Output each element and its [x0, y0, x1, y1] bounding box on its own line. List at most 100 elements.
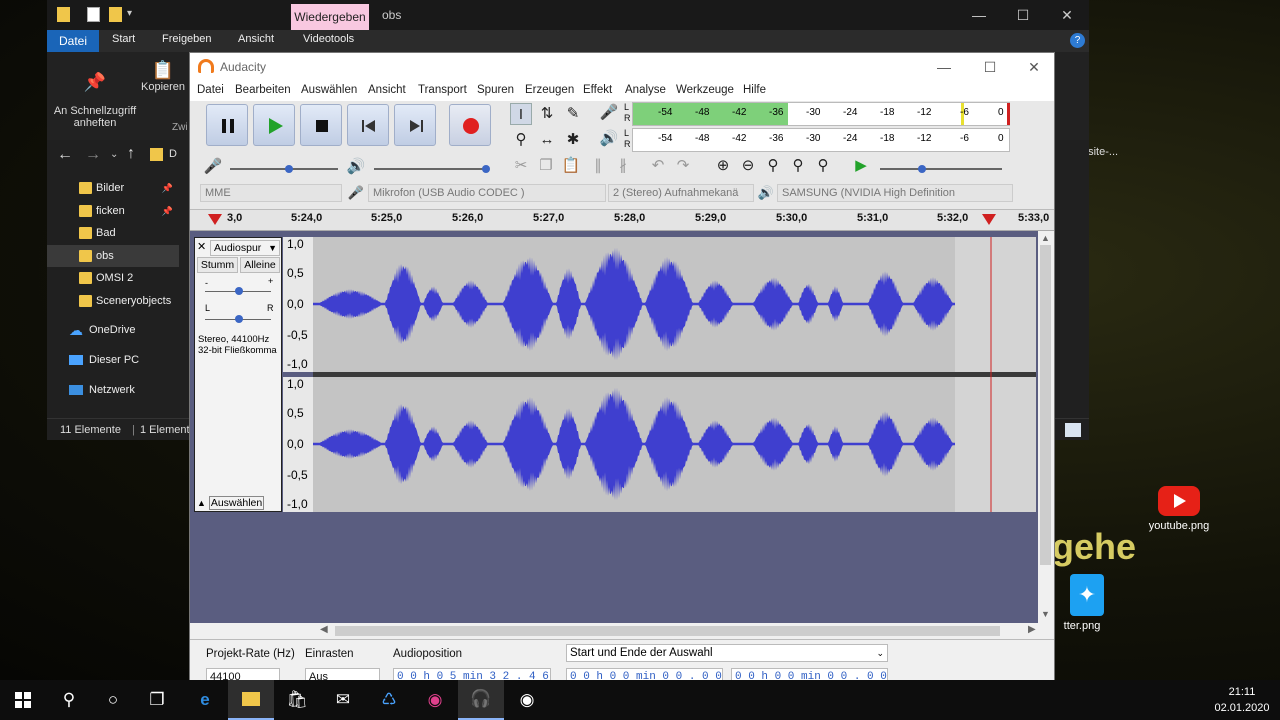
play-region-end-icon[interactable] — [982, 214, 996, 226]
trim-icon[interactable]: ∥ — [587, 155, 609, 177]
scroll-down-icon[interactable]: ▼ — [1041, 609, 1050, 619]
sidebar-item-sceneryobjects[interactable]: Sceneryobjects — [47, 290, 179, 312]
system-clock[interactable]: 21:11 02.01.2020 — [1212, 684, 1272, 716]
track-menu-button[interactable]: Audiospur ▼ — [210, 240, 280, 256]
cortana-icon[interactable]: ○ — [90, 680, 136, 720]
app-icon[interactable]: ♺ — [366, 680, 412, 720]
timeshift-tool-icon[interactable]: ↔ — [536, 129, 558, 151]
recording-channels-select[interactable]: 2 (Stereo) Aufnahmekanä — [608, 184, 754, 202]
zoom-toggle-icon[interactable]: ⚲ — [812, 155, 834, 177]
audacity-taskbar-icon[interactable]: 🎧 — [458, 680, 504, 720]
envelope-tool-icon[interactable]: ⇅ — [536, 103, 558, 125]
menu-effekt[interactable]: Effekt — [583, 84, 612, 96]
pan-knob[interactable] — [235, 315, 243, 323]
skip-end-button[interactable] — [394, 104, 436, 146]
back-arrow-icon[interactable]: ← — [57, 146, 73, 164]
menu-analyse[interactable]: Analyse — [625, 84, 666, 96]
sidebar-item-bilder[interactable]: Bilder 📌 — [47, 177, 179, 199]
tab-start[interactable]: Start — [112, 33, 135, 45]
sidebar-item-dieser-pc[interactable]: Dieser PC — [47, 349, 179, 371]
capture-app-icon[interactable]: ◉ — [412, 680, 458, 720]
playback-volume-knob[interactable] — [482, 165, 490, 173]
vertical-scrollbar[interactable]: ▲ ▼ — [1038, 231, 1054, 623]
draw-tool-icon[interactable]: ✎ — [562, 103, 584, 125]
mail-icon[interactable]: ✉ — [320, 680, 366, 720]
zoom-tool-icon[interactable]: ⚲ — [510, 129, 532, 151]
play-region-start-icon[interactable] — [208, 214, 222, 226]
zoom-out-icon[interactable]: ⊖ — [737, 155, 759, 177]
horizontal-scrollbar[interactable]: ◀ ▶ — [190, 623, 1054, 639]
menu-spuren[interactable]: Spuren — [477, 84, 514, 96]
new-folder-icon[interactable] — [109, 7, 122, 22]
waveform-display[interactable] — [313, 237, 1036, 512]
scroll-thumb[interactable] — [1040, 245, 1051, 565]
menu-hilfe[interactable]: Hilfe — [743, 84, 766, 96]
silence-icon[interactable]: ∦ — [612, 155, 634, 177]
desktop-icon-youtube[interactable]: youtube.png — [1124, 486, 1234, 532]
close-track-icon[interactable]: ✕ — [197, 240, 206, 253]
close-icon[interactable]: ✕ — [1045, 0, 1089, 30]
undo-icon[interactable]: ↶ — [647, 155, 669, 177]
scroll-right-icon[interactable]: ▶ — [1028, 624, 1036, 635]
edge-icon[interactable]: e — [182, 680, 228, 720]
details-view-icon[interactable] — [1065, 423, 1081, 437]
cut-icon[interactable]: ✂ — [510, 155, 532, 177]
gain-knob[interactable] — [235, 287, 243, 295]
pin-quick-access-button[interactable]: 📌 An Schnellzugriff anheften — [53, 60, 137, 129]
tab-datei[interactable]: Datei — [47, 30, 99, 52]
playback-device-select[interactable]: SAMSUNG (NVIDIA High Definition — [777, 184, 1013, 202]
maximize-icon[interactable]: ☐ — [968, 53, 1012, 81]
search-icon[interactable]: ⚲ — [46, 680, 92, 720]
playback-volume-slider[interactable] — [374, 168, 486, 170]
copy-button[interactable]: 📋 Kopieren — [141, 60, 185, 93]
recording-device-select[interactable]: Mikrofon (USB Audio CODEC ) — [368, 184, 606, 202]
properties-icon[interactable] — [87, 7, 100, 22]
sidebar-item-obs[interactable]: obs — [47, 245, 179, 267]
sidebar-item-bad-karlstein[interactable]: Bad Karlstein_LP — [47, 222, 179, 261]
recent-dropdown-icon[interactable]: ⌄ — [110, 149, 118, 160]
menu-ansicht[interactable]: Ansicht — [368, 84, 406, 96]
menu-transport[interactable]: Transport — [418, 84, 467, 96]
file-explorer-taskbar-icon[interactable] — [228, 680, 274, 720]
multi-tool-icon[interactable]: ✱ — [562, 129, 584, 151]
play-button[interactable] — [253, 104, 295, 146]
redo-icon[interactable]: ↷ — [672, 155, 694, 177]
menu-bearbeiten[interactable]: Bearbeiten — [235, 84, 291, 96]
play-speed-knob[interactable] — [918, 165, 926, 173]
play-at-speed-icon[interactable]: ▶ — [850, 155, 872, 177]
microphone-icon[interactable]: 🎤 — [598, 102, 620, 124]
audio-host-select[interactable]: MME — [200, 184, 342, 202]
task-view-icon[interactable]: ❐ — [134, 680, 180, 720]
store-icon[interactable]: 🛍 — [274, 680, 320, 720]
fit-project-icon[interactable]: ⚲ — [787, 155, 809, 177]
record-button[interactable] — [449, 104, 491, 146]
menu-werkzeuge[interactable]: Werkzeuge — [676, 84, 734, 96]
context-tab-wiedergeben[interactable]: Wiedergeben — [291, 4, 369, 30]
timeline-ruler[interactable]: 3,0 5:24,0 5:25,0 5:26,0 5:27,0 5:28,0 5… — [190, 209, 1054, 231]
solo-button[interactable]: Alleine — [240, 257, 280, 273]
minimize-icon[interactable]: — — [922, 53, 966, 81]
minimize-icon[interactable]: — — [957, 0, 1001, 30]
stop-button[interactable] — [300, 104, 342, 146]
close-icon[interactable]: ✕ — [1012, 53, 1054, 81]
sidebar-item-onedrive[interactable]: ☁ OneDrive — [47, 319, 179, 341]
sidebar-item-omsi2[interactable]: OMSI 2 — [47, 267, 179, 289]
menu-datei[interactable]: Datei — [197, 84, 224, 96]
scroll-up-icon[interactable]: ▲ — [1041, 233, 1050, 243]
paste-icon[interactable]: 📋 — [560, 155, 582, 177]
skip-start-button[interactable] — [347, 104, 389, 146]
copy-icon[interactable]: ❐ — [535, 155, 557, 177]
speaker-icon[interactable]: 🔊 — [598, 128, 620, 150]
address-bar[interactable]: D — [169, 148, 177, 160]
menu-auswaehlen[interactable]: Auswählen — [301, 84, 357, 96]
mute-button[interactable]: Stumm — [197, 257, 238, 273]
forward-arrow-icon[interactable]: → — [85, 146, 101, 164]
record-volume-knob[interactable] — [285, 165, 293, 173]
tab-ansicht[interactable]: Ansicht — [238, 33, 274, 45]
help-icon[interactable]: ? — [1070, 33, 1085, 48]
selection-mode-select[interactable]: Start und Ende der Auswahl ⌄ — [566, 644, 888, 662]
zoom-in-icon[interactable]: ⊕ — [712, 155, 734, 177]
start-button[interactable] — [0, 680, 46, 720]
tab-freigeben[interactable]: Freigeben — [162, 33, 212, 45]
sidebar-item-ficken[interactable]: ficken 📌 — [47, 200, 179, 222]
